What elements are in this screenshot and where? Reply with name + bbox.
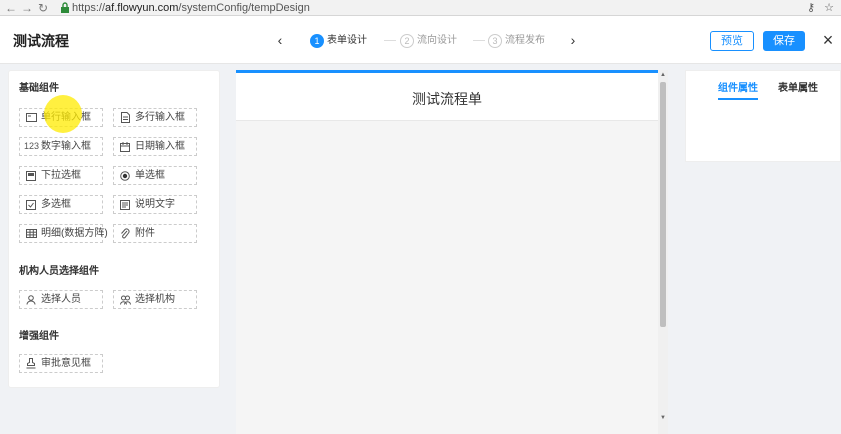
component-detail-table[interactable]: 明细(数据方阵) bbox=[19, 224, 108, 243]
calendar-icon bbox=[118, 138, 132, 155]
component-label: 多选框 bbox=[41, 199, 71, 210]
radio-icon bbox=[118, 167, 132, 184]
preview-button[interactable]: 预览 bbox=[710, 31, 754, 51]
group-title-org: 机构人员选择组件 bbox=[19, 266, 99, 277]
page-title: 测试流程 bbox=[13, 33, 69, 49]
component-multi-line-input[interactable]: 多行输入框 bbox=[113, 108, 197, 127]
reload-icon[interactable]: ↻ bbox=[36, 0, 50, 16]
component-label: 审批意见框 bbox=[41, 358, 91, 369]
step-form-design[interactable]: 1 表单设计 bbox=[310, 32, 367, 48]
form-canvas[interactable]: 测试流程单 bbox=[236, 70, 658, 434]
step-label: 流向设计 bbox=[417, 34, 457, 46]
component-select-org[interactable]: 选择机构 bbox=[113, 290, 197, 309]
address-bar[interactable]: https://af.flowyun.com/systemConfig/temp… bbox=[72, 0, 310, 16]
form-header: 测试流程单 bbox=[236, 73, 658, 121]
component-attachment[interactable]: 附件 bbox=[113, 224, 197, 243]
table-icon bbox=[24, 225, 38, 242]
component-label: 日期输入框 bbox=[135, 141, 185, 152]
step-flow-design[interactable]: 2 流向设计 bbox=[400, 32, 457, 48]
component-approval-opinion[interactable]: 审批意见框 bbox=[19, 354, 103, 373]
lock-icon bbox=[61, 2, 69, 13]
step-number: 3 bbox=[488, 33, 502, 48]
component-label: 数字输入框 bbox=[41, 141, 91, 152]
star-icon[interactable]: ☆ bbox=[822, 0, 836, 16]
component-single-line-input[interactable]: 单行输入框 bbox=[19, 108, 103, 127]
note-icon bbox=[118, 196, 132, 213]
step-label: 流程发布 bbox=[505, 34, 545, 46]
step-number: 1 bbox=[310, 33, 324, 48]
org-icon bbox=[118, 291, 132, 308]
close-icon[interactable]: × bbox=[820, 30, 836, 50]
textarea-icon bbox=[118, 109, 132, 126]
canvas-scrollbar[interactable]: ▲ ▼ bbox=[658, 70, 668, 434]
step-connector bbox=[384, 40, 396, 41]
step-number: 2 bbox=[400, 33, 414, 48]
component-label: 说明文字 bbox=[135, 199, 175, 210]
component-select-person[interactable]: 选择人员 bbox=[19, 290, 103, 309]
component-label: 附件 bbox=[135, 228, 155, 239]
scroll-down-icon[interactable]: ▼ bbox=[658, 415, 668, 421]
number-icon: 123 bbox=[24, 141, 40, 151]
step-connector bbox=[473, 40, 485, 41]
url-host: af.flowyun.com bbox=[105, 2, 179, 14]
component-label: 多行输入框 bbox=[135, 112, 185, 123]
component-label: 选择人员 bbox=[41, 294, 81, 305]
input-icon bbox=[24, 109, 38, 126]
tab-component-properties[interactable]: 组件属性 bbox=[718, 79, 758, 100]
component-label: 明细(数据方阵) bbox=[41, 228, 108, 239]
group-title-enhanced: 增强组件 bbox=[19, 331, 59, 342]
paperclip-icon bbox=[118, 225, 132, 242]
save-button[interactable]: 保存 bbox=[763, 31, 805, 51]
stamp-icon bbox=[24, 355, 38, 372]
browser-toolbar: ← → ↻ https://af.flowyun.com/systemConfi… bbox=[0, 0, 841, 16]
component-label: 选择机构 bbox=[135, 294, 175, 305]
forward-arrow-icon[interactable]: → bbox=[20, 0, 34, 16]
scrollbar-thumb[interactable] bbox=[660, 82, 666, 327]
component-label: 单行输入框 bbox=[41, 112, 91, 123]
component-number-input[interactable]: 123 数字输入框 bbox=[19, 137, 103, 156]
component-date-input[interactable]: 日期输入框 bbox=[113, 137, 197, 156]
component-radio[interactable]: 单选框 bbox=[113, 166, 197, 185]
url-scheme: https:// bbox=[72, 2, 106, 14]
url-path: /systemConfig/tempDesign bbox=[178, 2, 310, 14]
step-publish[interactable]: 3 流程发布 bbox=[488, 32, 545, 48]
next-step-icon[interactable]: › bbox=[565, 28, 581, 52]
dropdown-icon bbox=[24, 167, 38, 184]
component-description-text[interactable]: 说明文字 bbox=[113, 195, 197, 214]
component-dropdown[interactable]: 下拉选框 bbox=[19, 166, 103, 185]
step-label: 表单设计 bbox=[327, 34, 367, 46]
designer-header: 测试流程 ‹ 1 表单设计 2 流向设计 3 流程发布 › 预览 保存 × bbox=[0, 16, 841, 64]
properties-panel: 组件属性 表单属性 bbox=[685, 70, 841, 162]
component-panel: 基础组件 单行输入框 多行输入框 123 数字输入框 日期输入框 下拉选框 单选框… bbox=[8, 70, 220, 388]
component-label: 下拉选框 bbox=[41, 170, 81, 181]
form-title: 测试流程单 bbox=[412, 91, 482, 107]
user-icon bbox=[24, 291, 38, 308]
prev-step-icon[interactable]: ‹ bbox=[272, 28, 288, 52]
component-checkbox[interactable]: 多选框 bbox=[19, 195, 103, 214]
key-icon[interactable]: ⚷ bbox=[804, 0, 818, 16]
group-title-basic: 基础组件 bbox=[19, 83, 59, 94]
component-label: 单选框 bbox=[135, 170, 165, 181]
scroll-up-icon[interactable]: ▲ bbox=[658, 72, 668, 78]
tab-form-properties[interactable]: 表单属性 bbox=[778, 79, 818, 98]
back-arrow-icon[interactable]: ← bbox=[4, 0, 18, 16]
checkbox-icon bbox=[24, 196, 38, 213]
